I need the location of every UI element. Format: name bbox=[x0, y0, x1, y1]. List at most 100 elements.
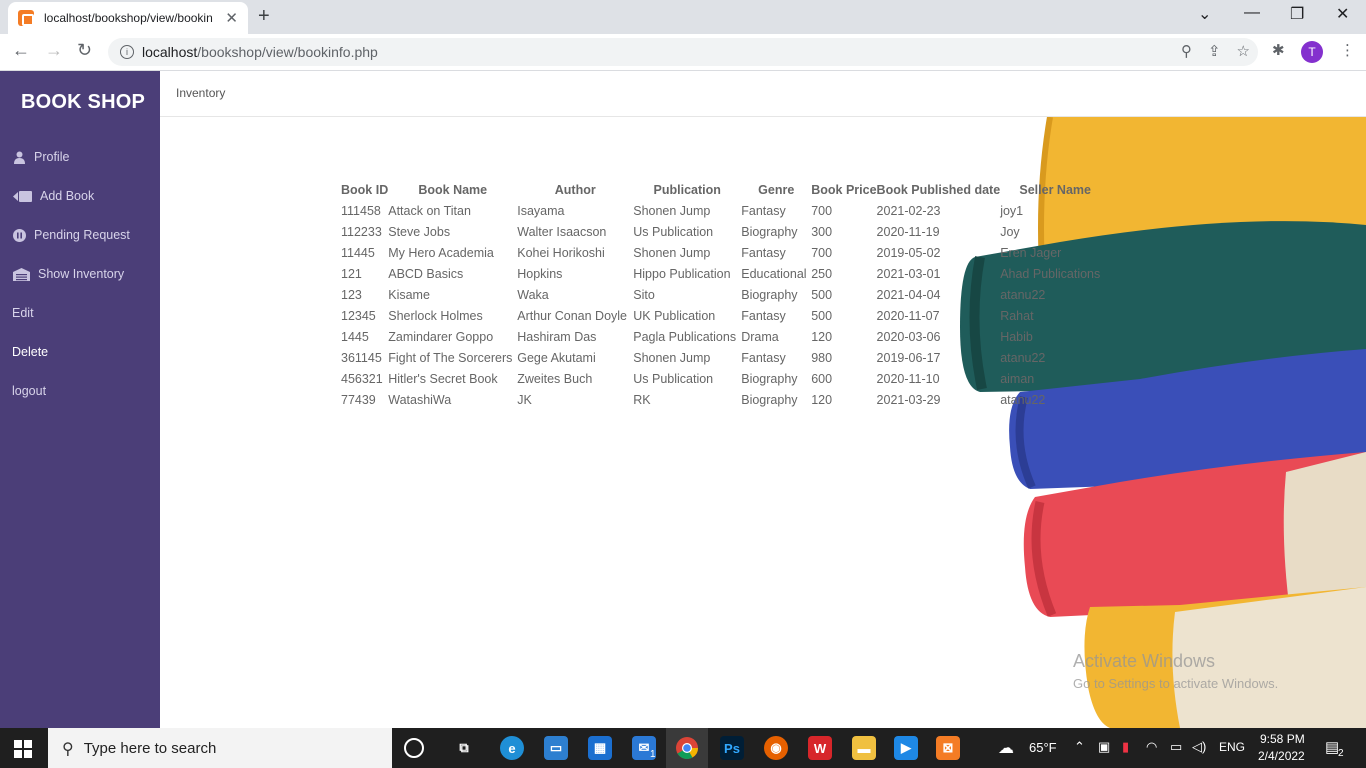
share-icon[interactable]: ⇪ bbox=[1208, 42, 1221, 60]
back-arrow-icon[interactable]: ← bbox=[12, 40, 30, 61]
chrome-taskbar-button[interactable] bbox=[666, 728, 708, 768]
table-cell: Habib bbox=[1000, 329, 1033, 344]
table-cell: 2019-05-02 bbox=[876, 245, 941, 260]
table-cell: 456321 bbox=[341, 371, 383, 386]
edge-icon[interactable]: e bbox=[500, 736, 524, 760]
wps-office-icon[interactable]: W bbox=[808, 736, 832, 760]
volume-icon[interactable]: ◁) bbox=[1192, 739, 1206, 755]
table-cell: Biography bbox=[741, 392, 798, 407]
reload-icon[interactable]: ↻ bbox=[77, 40, 92, 61]
brand-logo[interactable]: BOOK SHOP bbox=[21, 91, 145, 114]
cortana-icon[interactable] bbox=[404, 738, 424, 758]
table-cell: Pagla Publications bbox=[633, 329, 737, 344]
sidebar-item-edit[interactable]: Edit bbox=[12, 303, 34, 323]
user-icon bbox=[12, 150, 26, 164]
table-cell: Walter Isaacson bbox=[517, 224, 607, 239]
table-cell: Shonen Jump bbox=[633, 245, 711, 260]
clock-time[interactable]: 9:58 PM bbox=[1260, 732, 1305, 746]
minimize-button[interactable]: — bbox=[1244, 4, 1260, 22]
table-cell: 11445 bbox=[341, 245, 375, 260]
battery-icon[interactable]: ▭ bbox=[1170, 739, 1182, 755]
extensions-icon[interactable]: ✱ bbox=[1272, 41, 1285, 59]
new-tab-button[interactable]: + bbox=[258, 5, 270, 28]
show-hidden-icons-chevron-icon[interactable]: ⌃ bbox=[1074, 739, 1085, 755]
address-bar[interactable]: i localhost/bookshop/view/bookinfo.php ⚲… bbox=[108, 38, 1258, 66]
microsoft-store-icon[interactable]: ▦ bbox=[588, 736, 612, 760]
table-cell: 1445 bbox=[341, 329, 369, 344]
column-header: Book Name bbox=[418, 182, 488, 197]
firefox-icon[interactable]: ◉ bbox=[764, 736, 788, 760]
table-cell: Waka bbox=[517, 287, 549, 302]
table-cell: Fantasy bbox=[741, 245, 786, 260]
tab-title: localhost/bookshop/view/bookin bbox=[44, 11, 213, 25]
media-player-icon[interactable]: ▶ bbox=[894, 736, 918, 760]
table-cell: 700 bbox=[811, 245, 833, 260]
table-cell: Zweites Buch bbox=[517, 371, 593, 386]
windows-start-icon[interactable] bbox=[14, 740, 32, 758]
table-cell: ABCD Basics bbox=[388, 266, 464, 281]
photoshop-icon[interactable]: Ps bbox=[720, 736, 744, 760]
clock-date[interactable]: 2/4/2022 bbox=[1258, 749, 1305, 763]
table-row: 121 ABCD Basics Hopkins Hippo Publication Ed… bbox=[341, 263, 1110, 284]
table-cell: 250 bbox=[811, 266, 833, 281]
sidebar-item-logout[interactable]: logout bbox=[12, 381, 46, 401]
sidebar-item-profile[interactable]: Profile bbox=[12, 147, 69, 167]
table-cell: 2021-02-23 bbox=[876, 203, 941, 218]
weather-icon[interactable]: ☁ bbox=[998, 738, 1014, 758]
site-info-icon[interactable]: i bbox=[120, 45, 134, 59]
activate-windows-watermark: Activate Windows Go to Settings to activ… bbox=[1073, 651, 1278, 691]
taskbar-search-box[interactable]: ⚲ Type here to search bbox=[48, 728, 392, 768]
antivirus-icon[interactable]: ▮ bbox=[1122, 739, 1129, 755]
table-cell: Gege Akutami bbox=[517, 350, 596, 365]
zoom-icon[interactable]: ⚲ bbox=[1181, 42, 1192, 60]
profile-avatar[interactable]: T bbox=[1301, 41, 1323, 63]
weather-temperature[interactable]: 65°F bbox=[1029, 740, 1057, 755]
table-cell: 112233 bbox=[341, 224, 382, 239]
table-cell: UK Publication bbox=[633, 308, 716, 323]
table-cell: 300 bbox=[811, 224, 833, 239]
inventory-nav-link[interactable]: Inventory bbox=[176, 86, 225, 100]
task-view-icon[interactable]: ⧉ bbox=[452, 736, 476, 760]
sidebar-item-delete[interactable]: Delete bbox=[12, 342, 48, 362]
table-cell: 121 bbox=[341, 266, 362, 281]
close-window-button[interactable]: ✕ bbox=[1336, 4, 1349, 24]
table-cell: RK bbox=[633, 392, 651, 407]
chrome-menu-icon[interactable]: ⋮ bbox=[1340, 41, 1355, 59]
browser-tab[interactable]: localhost/bookshop/view/bookin ✕ bbox=[8, 2, 248, 34]
file-explorer-icon[interactable]: ▬ bbox=[852, 736, 876, 760]
table-cell: Hitler's Secret Book bbox=[388, 371, 498, 386]
mail-badge: 1 bbox=[650, 749, 656, 760]
table-cell: Us Publication bbox=[633, 371, 714, 386]
remote-desktop-icon[interactable]: ▭ bbox=[544, 736, 568, 760]
table-cell: Ahad Publications bbox=[1000, 266, 1101, 281]
table-row: 12345 Sherlock Holmes Arthur Conan Doyle UK… bbox=[341, 305, 1110, 326]
restore-button[interactable]: ❐ bbox=[1290, 4, 1304, 24]
column-header: Seller Name bbox=[1019, 182, 1091, 197]
table-header-row: Book ID Book Name Author Publication Gen… bbox=[341, 179, 1110, 200]
sidebar-item-show-inventory[interactable]: Show Inventory bbox=[12, 264, 124, 284]
table-cell: 12345 bbox=[341, 308, 376, 323]
close-tab-icon[interactable]: ✕ bbox=[225, 9, 238, 27]
tab-search-icon[interactable]: ⌄ bbox=[1198, 4, 1211, 24]
table-cell: 2020-11-07 bbox=[876, 308, 940, 323]
table-cell: Fantasy bbox=[741, 203, 786, 218]
table-cell: 980 bbox=[811, 350, 833, 365]
table-cell: Kohei Horikoshi bbox=[517, 245, 605, 260]
xampp-icon[interactable]: ⊠ bbox=[936, 736, 960, 760]
column-header: Book Price bbox=[811, 182, 877, 197]
column-header: Author bbox=[554, 182, 596, 197]
table-cell: Biography bbox=[741, 224, 798, 239]
wifi-icon[interactable]: ◠ bbox=[1146, 739, 1157, 755]
notification-count: 2 bbox=[1338, 748, 1344, 759]
add-book-icon bbox=[12, 189, 32, 203]
url-text[interactable]: localhost/bookshop/view/bookinfo.php bbox=[142, 44, 378, 60]
table-cell: 2019-06-17 bbox=[876, 350, 941, 365]
sidebar-item-add-book[interactable]: Add Book bbox=[12, 186, 94, 206]
meet-now-icon[interactable]: ▣ bbox=[1098, 739, 1110, 755]
forward-arrow-icon[interactable]: → bbox=[45, 40, 63, 61]
bookmark-star-icon[interactable]: ☆ bbox=[1237, 42, 1250, 60]
column-header: Book Published date bbox=[876, 182, 1001, 197]
language-indicator[interactable]: ENG bbox=[1219, 740, 1245, 754]
table-cell: Drama bbox=[741, 329, 779, 344]
sidebar-item-pending-request[interactable]: Pending Request bbox=[12, 225, 130, 245]
